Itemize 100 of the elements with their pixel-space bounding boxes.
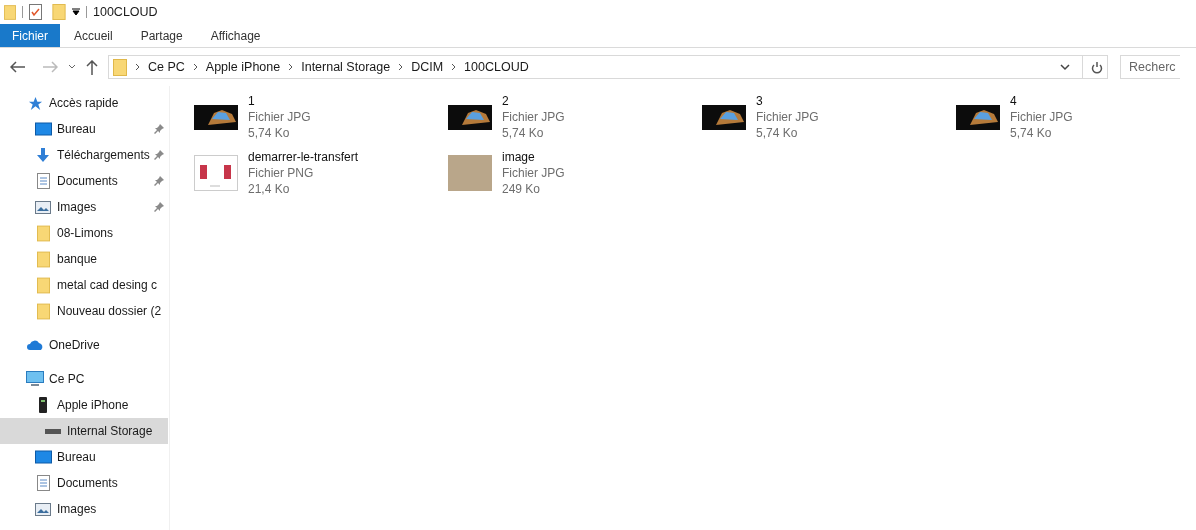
folder-icon <box>4 4 16 20</box>
file-tile[interactable]: 1 Fichier JPG 5,74 Ko <box>194 92 434 142</box>
image-thumbnail <box>194 104 238 130</box>
drive-icon <box>45 428 61 434</box>
breadcrumb[interactable]: 100CLOUD <box>464 57 529 77</box>
nav-label: Nouveau dossier (2 <box>57 303 163 320</box>
nav-label: Images <box>57 501 98 518</box>
nav-label: banque <box>57 251 99 268</box>
file-tile[interactable]: 2 Fichier JPG 5,74 Ko <box>448 92 688 142</box>
search-field[interactable]: Recherc <box>1120 55 1180 79</box>
nav-label: Accès rapide <box>49 95 120 112</box>
nav-item[interactable]: Ce PC <box>0 366 168 392</box>
picture-icon <box>35 502 51 516</box>
file-name: 2 <box>502 93 510 109</box>
file-type: Fichier JPG <box>502 109 565 125</box>
dropdown-icon[interactable] <box>72 8 80 16</box>
nav-label: Apple iPhone <box>57 397 130 414</box>
file-size: 21,4 Ko <box>248 181 291 197</box>
ribbon-tab[interactable]: Partage <box>126 24 197 47</box>
nav-label: Documents <box>57 475 119 492</box>
file-size: 5,74 Ko <box>502 125 545 141</box>
chevron-right-icon <box>288 63 294 71</box>
chevron-down-icon[interactable] <box>68 64 76 70</box>
nav-label: Images <box>57 199 98 216</box>
back-arrow-icon[interactable] <box>10 61 26 73</box>
screenshot-thumbnail <box>194 155 238 191</box>
nav-label: Internal Storage <box>67 423 154 440</box>
ribbon-tab[interactable]: Fichier <box>0 24 60 47</box>
file-tile[interactable]: 4 Fichier JPG 5,74 Ko <box>956 92 1196 142</box>
folder-icon <box>36 302 50 320</box>
properties-icon[interactable] <box>29 4 42 20</box>
download-icon <box>35 147 51 163</box>
nav-label: Bureau <box>57 449 97 466</box>
file-tile[interactable]: 3 Fichier JPG 5,74 Ko <box>702 92 942 142</box>
nav-label: Ce PC <box>49 371 86 388</box>
phone-icon <box>39 397 47 413</box>
nav-item[interactable]: Nouveau dossier (2 <box>0 298 168 324</box>
chevron-right-icon <box>398 63 404 71</box>
file-type: Fichier JPG <box>756 109 819 125</box>
file-size: 249 Ko <box>502 181 542 197</box>
nav-item[interactable]: OneDrive <box>0 332 168 358</box>
breadcrumb[interactable]: DCIM <box>411 57 444 77</box>
nav-item[interactable]: banque <box>0 246 168 272</box>
file-type: Fichier JPG <box>1010 109 1073 125</box>
nav-item[interactable]: Documents <box>0 168 168 194</box>
nav-item[interactable]: Bureau <box>0 444 168 470</box>
breadcrumb[interactable]: Internal Storage <box>301 57 391 77</box>
folder-icon <box>52 4 66 20</box>
folder-icon <box>36 224 50 242</box>
up-arrow-icon[interactable] <box>86 59 98 75</box>
folder-icon <box>113 58 127 76</box>
nav-item[interactable]: Bureau <box>0 116 168 142</box>
file-name: 1 <box>248 93 256 109</box>
picture-icon <box>35 200 51 214</box>
nav-item[interactable]: Images <box>0 496 168 522</box>
file-tile[interactable]: demarrer-le-transfert Fichier PNG 21,4 Ko <box>194 148 434 198</box>
nav-item[interactable]: Apple iPhone <box>0 392 168 418</box>
nav-label: Téléchargements <box>57 147 151 164</box>
nav-item[interactable]: Internal Storage <box>0 418 168 444</box>
nav-label: metal cad desing c <box>57 277 159 294</box>
nav-item[interactable]: Documents <box>0 470 168 496</box>
folder-icon <box>36 250 50 268</box>
breadcrumb[interactable]: Ce PC <box>148 57 185 77</box>
window-title: 100CLOUD <box>93 3 158 21</box>
chevron-right-icon <box>135 63 140 71</box>
file-size: 5,74 Ko <box>248 125 291 141</box>
image-thumbnail <box>702 104 746 130</box>
nav-item[interactable]: metal cad desing c <box>0 272 168 298</box>
file-tile[interactable]: image Fichier JPG 249 Ko <box>448 148 688 198</box>
address-bar[interactable]: Ce PC Apple iPhone Internal Storage DCIM 100CLOUD <box>108 55 1108 79</box>
star-icon <box>27 95 43 111</box>
file-type: Fichier JPG <box>248 109 311 125</box>
file-type: Fichier PNG <box>248 165 315 181</box>
file-name: 3 <box>756 93 764 109</box>
chevron-down-icon[interactable] <box>1060 63 1070 71</box>
desktop-icon <box>34 450 52 464</box>
file-size: 5,74 Ko <box>1010 125 1053 141</box>
file-name: image <box>502 149 536 165</box>
chevron-right-icon <box>192 63 198 71</box>
nav-item[interactable]: Accès rapide <box>0 90 168 116</box>
desktop-icon <box>34 122 52 136</box>
ribbon-tab[interactable]: Accueil <box>60 24 127 47</box>
photo-placeholder <box>448 155 492 191</box>
folder-icon <box>36 276 50 294</box>
file-size: 5,74 Ko <box>756 125 799 141</box>
nav-label: Bureau <box>57 121 97 138</box>
nav-item[interactable]: 08-Limons <box>0 220 168 246</box>
computer-icon <box>26 371 44 387</box>
document-icon <box>36 173 50 189</box>
file-type: Fichier JPG <box>502 165 565 181</box>
document-icon <box>36 475 50 491</box>
nav-item[interactable]: Images <box>0 194 168 220</box>
image-thumbnail <box>956 104 1000 130</box>
ribbon-tab[interactable]: Affichage <box>196 24 275 47</box>
nav-label: OneDrive <box>49 337 101 354</box>
nav-item[interactable]: Téléchargements <box>0 142 168 168</box>
image-thumbnail <box>448 104 492 130</box>
nav-label: Documents <box>57 173 119 190</box>
breadcrumb[interactable]: Apple iPhone <box>205 57 281 77</box>
file-name: demarrer-le-transfert <box>248 149 359 165</box>
